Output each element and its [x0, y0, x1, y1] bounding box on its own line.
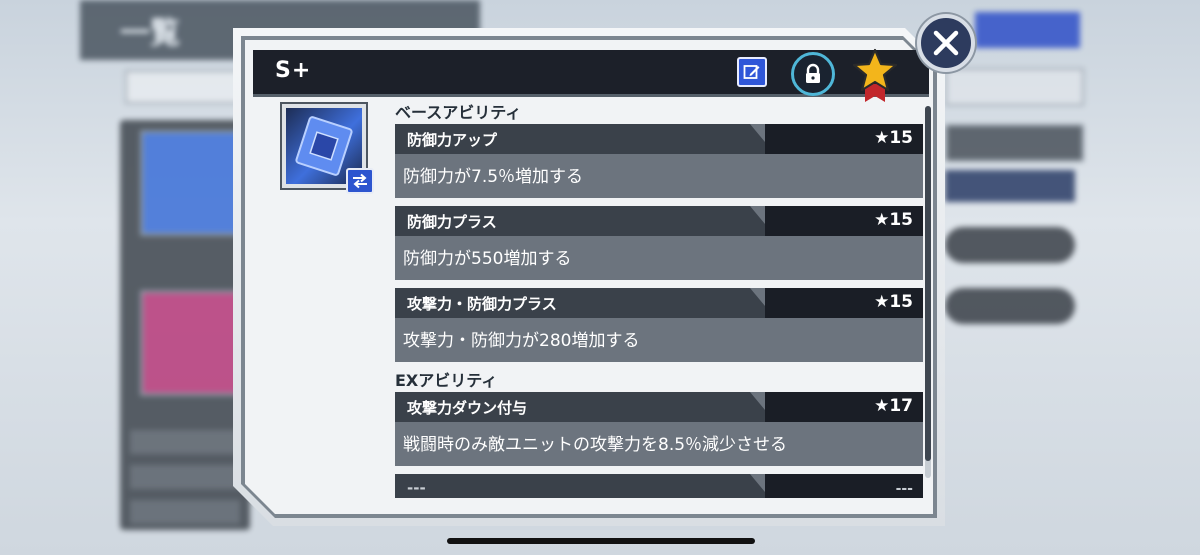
bg-tab-right	[945, 68, 1084, 106]
ability-desc: 防御力が550増加する	[403, 249, 572, 269]
ability-list[interactable]: ベースアビリティ 防御力アップ ★15 防御力が7.5％増加する 防御力プラス …	[395, 102, 923, 498]
swap-button[interactable]	[346, 168, 374, 194]
ability-card-empty: --- ---	[395, 474, 923, 498]
bg-row	[130, 430, 240, 454]
bg-counter	[945, 124, 1084, 162]
ability-name: 防御力アップ	[407, 131, 498, 149]
back-label: 一覧	[120, 16, 180, 51]
favorite-button[interactable]	[851, 48, 899, 104]
ability-desc: 戦闘時のみ敵ユニットの攻撃力を8.5％減少させる	[403, 435, 788, 455]
bg-pill	[945, 227, 1075, 263]
star-icon	[852, 48, 898, 102]
close-icon	[933, 30, 959, 56]
bg-row	[130, 465, 240, 489]
ex-ability-title: EXアビリティ	[395, 371, 498, 390]
bg-filter	[945, 170, 1075, 202]
ability-rank: ---	[895, 481, 913, 497]
ability-rank: ★17	[874, 396, 913, 416]
ability-card: 防御力プラス ★15 防御力が550増加する	[395, 206, 923, 280]
swap-icon	[353, 173, 367, 189]
ability-desc: 攻撃力・防御力が280増加する	[403, 331, 640, 351]
bg-row	[130, 500, 240, 524]
grade-label: S+	[275, 58, 312, 83]
ability-name: 攻撃力ダウン付与	[407, 399, 528, 417]
close-button[interactable]	[917, 14, 975, 72]
bg-pill	[945, 288, 1075, 324]
lock-button[interactable]	[791, 52, 835, 96]
edit-icon	[743, 65, 760, 79]
home-indicator[interactable]	[447, 538, 755, 544]
base-ability-title: ベースアビリティ	[395, 103, 522, 122]
ability-card: 防御力アップ ★15 防御力が7.5％増加する	[395, 124, 923, 198]
bg-chip-pink	[140, 290, 246, 396]
ability-card: 攻撃力・防御力プラス ★15 攻撃力・防御力が280増加する	[395, 288, 923, 362]
bg-currency	[975, 12, 1080, 48]
ability-rank: ★15	[874, 210, 913, 230]
ability-rank: ★15	[874, 292, 913, 312]
ability-name: 攻撃力・防御力プラス	[407, 295, 557, 313]
ability-name: 防御力プラス	[407, 213, 497, 231]
bg-chip-blue	[140, 130, 246, 236]
ability-name: ---	[407, 479, 426, 497]
ability-dialog: S+ ベースアビリティ 防御力アップ ★15 防御力が7.5％増加する 防御力プ…	[233, 14, 975, 526]
ability-desc: 防御力が7.5％増加する	[403, 167, 584, 187]
edit-button[interactable]	[737, 57, 767, 87]
ability-rank: ★15	[874, 128, 913, 148]
scrollbar-thumb[interactable]	[925, 106, 931, 461]
ability-card: 攻撃力ダウン付与 ★17 戦闘時のみ敵ユニットの攻撃力を8.5％減少させる	[395, 392, 923, 466]
lock-icon	[806, 63, 820, 83]
